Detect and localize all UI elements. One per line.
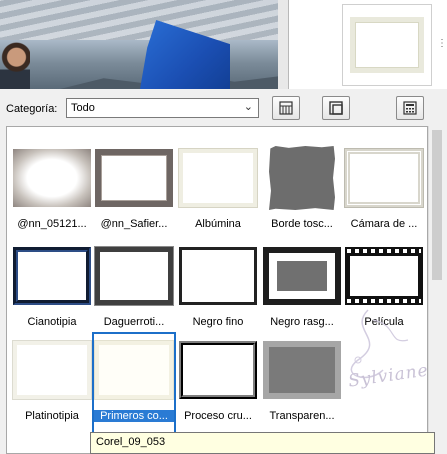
frame-item-label: Platinotipia xyxy=(25,410,79,422)
frame-thumbnail xyxy=(13,149,91,207)
frame-item-label: Proceso cru... xyxy=(184,410,252,422)
frame-thumbnail xyxy=(269,146,335,210)
frame-thumbnail xyxy=(179,341,257,399)
frame-thumbnail xyxy=(13,341,91,399)
frame-thumbnail xyxy=(345,149,423,207)
frame-item-label: Borde tosc... xyxy=(271,218,333,230)
frame-item[interactable]: Película xyxy=(343,241,425,341)
frame-item[interactable]: Cianotipia xyxy=(11,241,93,341)
frame-thumbnail xyxy=(95,149,173,207)
selection-outline xyxy=(92,332,176,434)
frame-item[interactable]: Primeros co... xyxy=(92,332,176,435)
frame-item[interactable]: Negro rasg... xyxy=(261,241,343,341)
frame-item-label: Cianotipia xyxy=(27,316,77,328)
tooltip-text: Corel_09_053 xyxy=(96,436,166,448)
frame-item-label: Negro rasg... xyxy=(270,316,334,328)
frame-icon xyxy=(329,101,343,115)
frame-thumbnail xyxy=(13,247,91,305)
grid-view-button[interactable] xyxy=(272,96,300,120)
frame-thumbnail xyxy=(179,247,257,305)
frame-item-label: @nn_Safier... xyxy=(100,218,168,230)
frame-preview-frame xyxy=(350,17,424,73)
frame-item-label: @nn_05121... xyxy=(17,218,87,230)
frame-gallery: @nn_05121... @nn_Safier... Albúmina Borde t… xyxy=(6,126,428,454)
list-view-button[interactable] xyxy=(396,96,424,120)
frame-item-label: Película xyxy=(364,316,404,328)
scrollbar-thumb[interactable] xyxy=(432,130,442,280)
frame-item[interactable]: Cámara de ... xyxy=(343,143,425,243)
preview-person xyxy=(0,40,30,89)
preview-roof xyxy=(0,0,278,40)
tooltip: Corel_09_053 xyxy=(90,432,435,454)
frame-thumbnail xyxy=(263,247,341,305)
scroll-handle-icon[interactable]: ⋮ xyxy=(437,39,447,49)
frame-item-label: Cámara de ... xyxy=(350,218,418,230)
frame-item[interactable]: Albúmina xyxy=(177,143,259,243)
frame-thumbnail xyxy=(95,247,173,305)
frame-item[interactable]: Borde tosc... xyxy=(261,143,343,243)
preview-divider[interactable] xyxy=(278,0,288,89)
frame-options-button[interactable] xyxy=(322,96,350,120)
frame-item-label: Transparen... xyxy=(269,410,335,422)
category-value: Todo xyxy=(71,102,95,114)
frame-preview-thumbnail xyxy=(342,4,432,86)
gallery-scrollbar[interactable] xyxy=(428,126,445,454)
frame-thumbnail xyxy=(263,341,341,399)
frame-item-label: Daguerroti... xyxy=(103,316,165,328)
frame-thumbnail xyxy=(179,149,257,207)
film-window xyxy=(350,256,418,296)
grid-view-icon xyxy=(279,101,293,115)
frame-thumbnail xyxy=(345,247,423,305)
frame-item[interactable]: Platinotipia xyxy=(11,335,93,435)
frame-item[interactable]: Transparen... xyxy=(261,335,343,435)
frame-item[interactable]: Daguerroti... xyxy=(93,241,175,341)
frame-item[interactable]: Negro fino xyxy=(177,241,259,341)
calculator-grid-icon xyxy=(403,101,417,115)
category-label: Categoría: xyxy=(6,103,58,115)
chevron-down-icon: ⌄ xyxy=(243,101,253,113)
frame-item[interactable]: @nn_Safier... xyxy=(93,143,175,243)
category-select[interactable]: Todo ⌄ xyxy=(66,98,259,118)
frame-item[interactable]: @nn_05121... xyxy=(11,143,93,243)
frame-item[interactable]: Proceso cru... xyxy=(177,335,259,435)
frame-item-label: Negro fino xyxy=(192,316,244,328)
preview-image xyxy=(0,0,278,89)
frame-item-label: Albúmina xyxy=(195,218,241,230)
